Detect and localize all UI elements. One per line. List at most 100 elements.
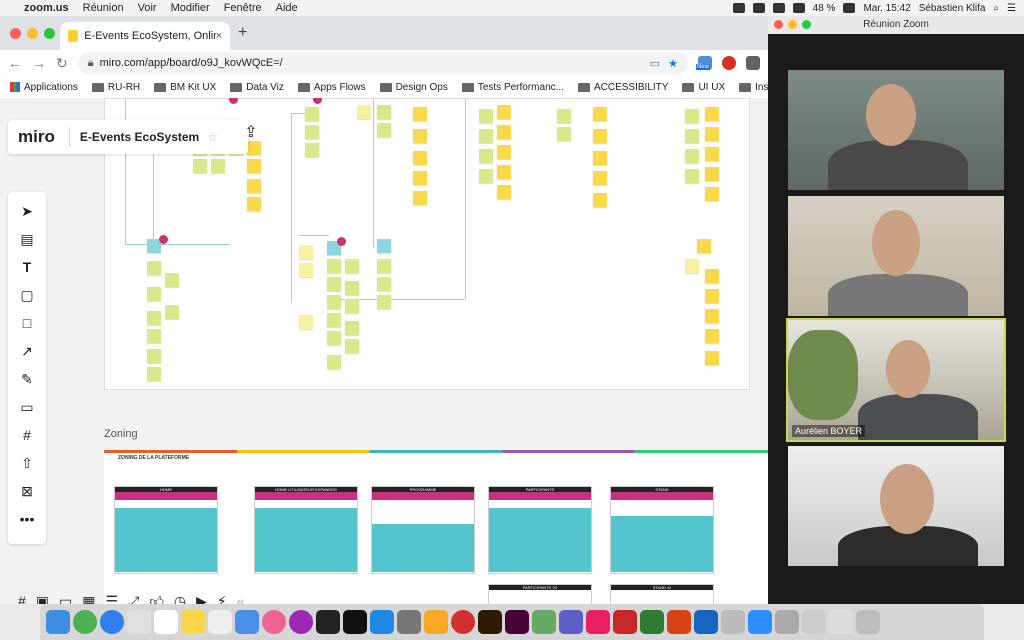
drive-icon[interactable]	[752, 3, 765, 13]
app-icon[interactable]	[694, 610, 718, 634]
minimize-window-button[interactable]	[27, 28, 38, 39]
app-icon[interactable]	[667, 610, 691, 634]
app-icon[interactable]	[775, 610, 799, 634]
document-icon[interactable]	[829, 610, 853, 634]
sticky-note[interactable]	[345, 259, 359, 273]
podcasts-icon[interactable]	[289, 610, 313, 634]
app-icon[interactable]	[721, 610, 745, 634]
sticky-note[interactable]	[327, 355, 341, 369]
shape-icon[interactable]: □	[16, 312, 38, 334]
sticky-note[interactable]	[147, 367, 161, 381]
sticky-note[interactable]	[377, 259, 391, 273]
browser-tab[interactable]: E-Events EcoSystem, Online W ×	[60, 22, 230, 50]
sticky-note[interactable]	[479, 149, 493, 163]
bluetooth-icon[interactable]	[772, 3, 785, 13]
timer-icon[interactable]: ◷	[174, 593, 186, 605]
new-tab-button[interactable]: +	[238, 24, 247, 42]
bookmark-ru-rh[interactable]: RU-RH	[91, 82, 140, 93]
sticky-note[interactable]	[305, 107, 319, 121]
bookmark-apps-flows[interactable]: Apps Flows	[297, 82, 366, 93]
launchpad-icon[interactable]	[397, 610, 421, 634]
bookmark-design-ops[interactable]: Design Ops	[379, 82, 448, 93]
participant-video[interactable]	[788, 70, 1004, 190]
comment-icon[interactable]: ▭	[16, 396, 38, 418]
sticky-note[interactable]	[345, 281, 359, 295]
sticky-note[interactable]	[345, 321, 359, 335]
share-upload-icon[interactable]: ⇪	[240, 122, 262, 144]
upload-icon[interactable]: ⇧	[16, 452, 38, 474]
calendar-icon[interactable]	[154, 610, 178, 634]
zoning-board[interactable]: ZONING DE LA PLATEFORME HOME HOME UTILIS…	[104, 450, 768, 604]
sticky-note[interactable]	[377, 295, 391, 309]
participant-video[interactable]	[788, 446, 1004, 566]
sticky-note[interactable]	[479, 169, 493, 183]
sticky-note[interactable]	[345, 339, 359, 353]
sticky-note[interactable]	[377, 239, 391, 253]
sticky-note[interactable]	[357, 105, 371, 119]
acrobat-icon[interactable]	[316, 610, 340, 634]
zoom-status-icon[interactable]	[732, 3, 745, 13]
miro-canvas[interactable]: miro E-Events EcoSystem ☆ ⇪ ➤ ▤ T ▢ □ ↗ …	[0, 98, 768, 604]
powerpoint-icon[interactable]	[613, 610, 637, 634]
app-menu[interactable]: zoom.us	[24, 2, 69, 14]
clock[interactable]: Mar. 15:42	[863, 3, 910, 14]
sticky-note[interactable]	[377, 277, 391, 291]
teams-icon[interactable]	[559, 610, 583, 634]
sticky-note[interactable]	[413, 191, 427, 205]
sticky-note[interactable]	[593, 107, 607, 121]
sticky-note[interactable]	[327, 277, 341, 291]
sticky-note[interactable]	[705, 289, 719, 303]
sticky-note[interactable]	[413, 171, 427, 185]
sticky-note[interactable]	[593, 171, 607, 185]
xd-icon[interactable]	[505, 610, 529, 634]
bookmark-tests-performance[interactable]: Tests Performanc...	[461, 82, 564, 93]
illustrator-icon[interactable]	[478, 610, 502, 634]
search-icon[interactable]: ⌕	[993, 3, 999, 14]
slack-icon[interactable]	[586, 610, 610, 634]
sticky-note[interactable]	[165, 273, 179, 287]
sticky-note[interactable]	[327, 295, 341, 309]
sticky-note[interactable]	[479, 109, 493, 123]
frame-stand[interactable]: STAND	[610, 486, 714, 574]
reload-icon[interactable]: ↻	[56, 55, 68, 72]
video-icon[interactable]: ▶	[196, 593, 207, 605]
sticky-note[interactable]	[377, 105, 391, 119]
bookmark-star-icon[interactable]: ★	[668, 57, 678, 70]
document-icon[interactable]	[802, 610, 826, 634]
sticky-note[interactable]	[697, 239, 711, 253]
frame-participants-v2[interactable]: PARTICIPANTS V2	[488, 584, 592, 604]
present-icon[interactable]: ▣	[36, 593, 49, 605]
sticky-note[interactable]	[705, 351, 719, 365]
menu-modifier[interactable]: Modifier	[171, 2, 210, 14]
sticky-note[interactable]	[497, 165, 511, 179]
bookmark-applications[interactable]: Applications	[10, 82, 78, 93]
sticky-note[interactable]	[593, 151, 607, 165]
sticky-note[interactable]	[305, 125, 319, 139]
participant-video-active[interactable]: Aurélien BOYER	[786, 318, 1006, 442]
keynote-icon[interactable]	[235, 610, 259, 634]
safari-icon[interactable]	[100, 610, 124, 634]
sticky-note[interactable]	[299, 245, 313, 259]
participant-video[interactable]	[788, 196, 1004, 316]
sticky-note[interactable]	[147, 349, 161, 363]
sticky-note[interactable]	[705, 107, 719, 121]
sketch-icon[interactable]	[424, 610, 448, 634]
battery-icon[interactable]	[843, 3, 856, 13]
sticky-note[interactable]	[299, 263, 313, 277]
excel-icon[interactable]	[640, 610, 664, 634]
more-icon[interactable]: •••	[16, 508, 38, 530]
sticky-note[interactable]	[147, 311, 161, 325]
zoom-icon[interactable]	[748, 610, 772, 634]
sticky-note[interactable]	[705, 167, 719, 181]
sticky-note[interactable]	[147, 287, 161, 301]
bookmark-accessibility[interactable]: ACCESSIBILITY	[577, 82, 668, 93]
power-icon[interactable]: ⚡︎	[217, 593, 227, 605]
connection-line-icon[interactable]: ↗	[16, 340, 38, 362]
bookmark-bm-kit-ux[interactable]: BM Kit UX	[154, 82, 216, 93]
sticky-note-icon[interactable]: ▢	[16, 284, 38, 306]
close-window-button[interactable]	[10, 28, 21, 39]
sticky-note[interactable]	[247, 159, 261, 173]
extension-n-icon[interactable]	[746, 56, 760, 70]
sticky-note[interactable]	[299, 315, 313, 329]
menu-list-icon[interactable]: ☰	[1007, 3, 1016, 14]
